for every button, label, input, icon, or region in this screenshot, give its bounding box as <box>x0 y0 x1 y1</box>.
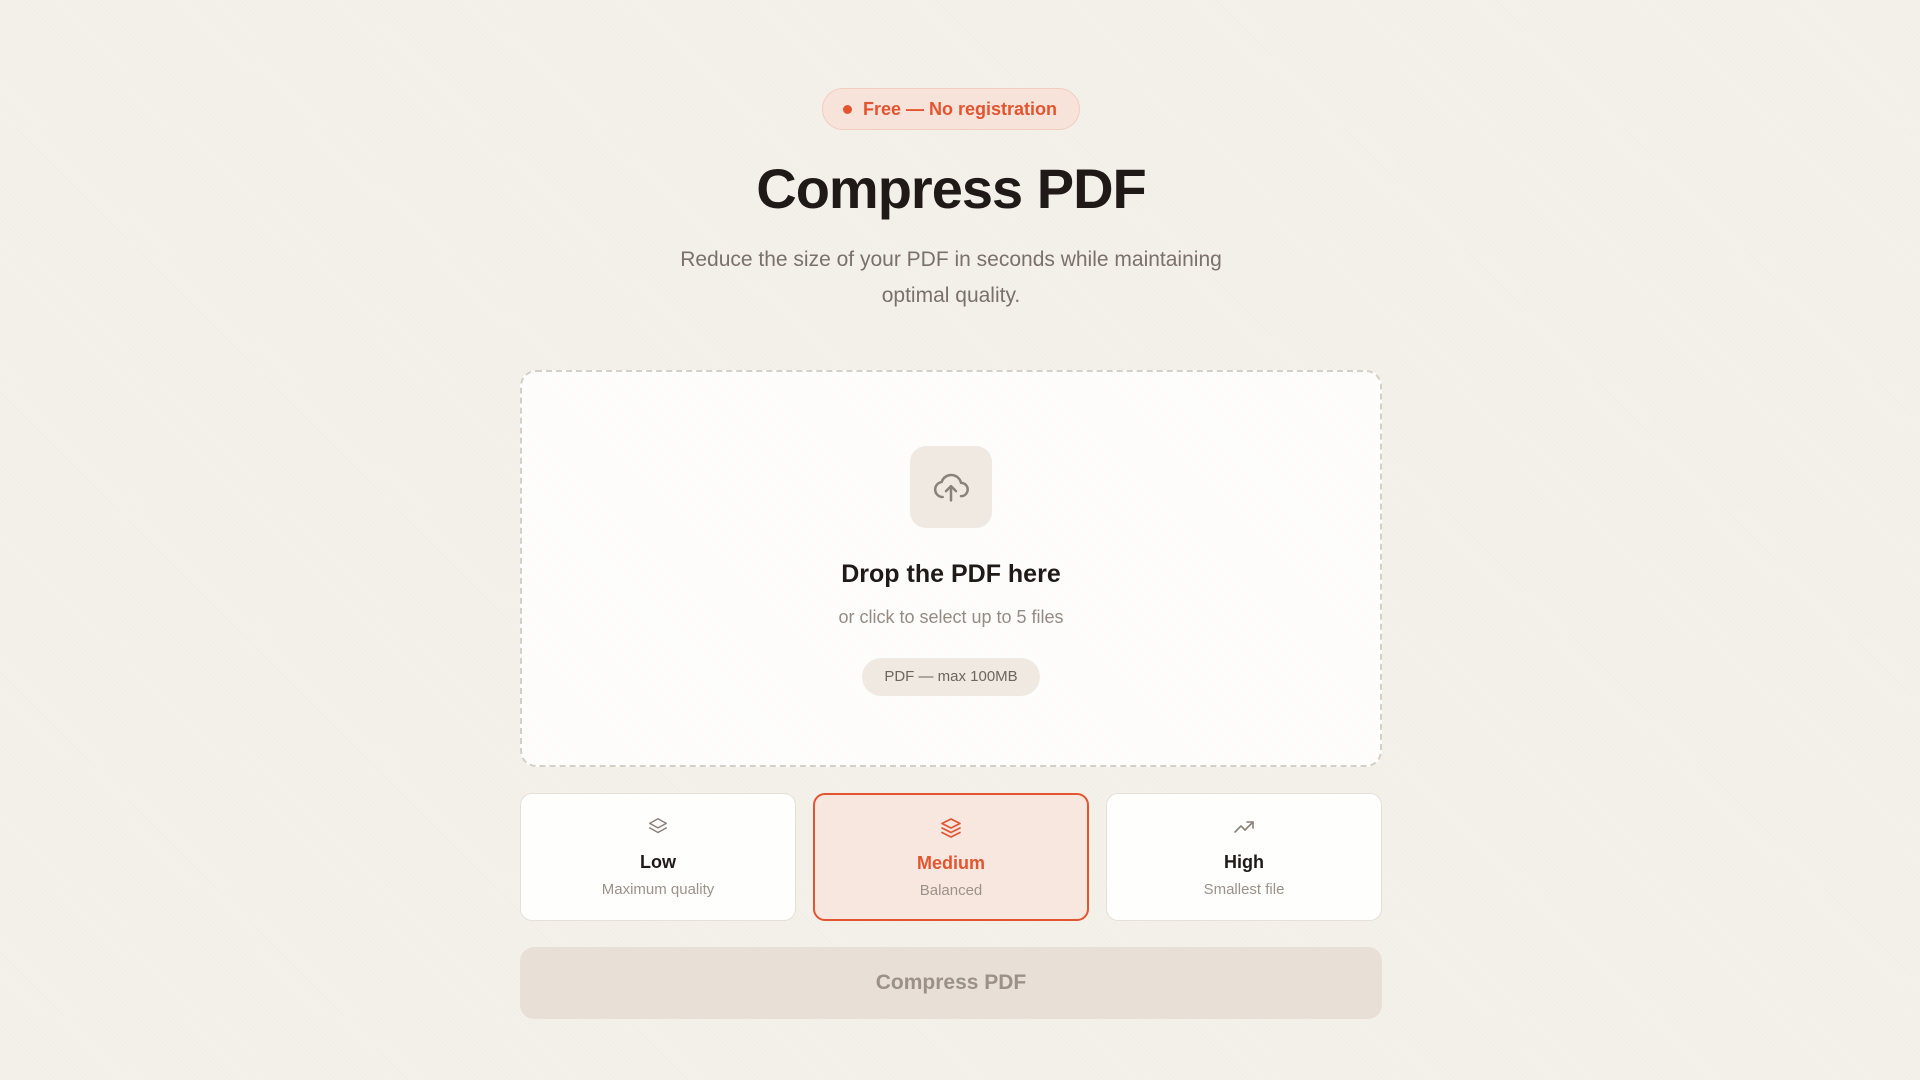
dropzone-subtitle: or click to select up to 5 files <box>838 606 1064 627</box>
level-description: Balanced <box>919 881 983 899</box>
compression-level-selector: Low Maximum quality Medium Balanced High… <box>520 792 1382 921</box>
free-badge: Free — No registration <box>821 88 1081 130</box>
level-description: Maximum quality <box>601 880 715 898</box>
file-dropzone[interactable]: Drop the PDF here or click to select up … <box>520 369 1382 767</box>
level-name: Low <box>640 851 676 872</box>
dropzone-title: Drop the PDF here <box>841 559 1061 588</box>
file-limit-badge: PDF — max 100MB <box>862 657 1040 696</box>
badge-label: Free — No registration <box>862 98 1058 119</box>
page-subtitle: Reduce the size of your PDF in seconds w… <box>680 247 1222 307</box>
layers-icon <box>647 814 669 840</box>
level-option-high[interactable]: High Smallest file <box>1106 792 1382 921</box>
status-dot-icon <box>842 104 852 114</box>
level-description: Smallest file <box>1203 880 1285 898</box>
level-name: Medium <box>916 852 985 873</box>
compress-button[interactable]: Compress PDF <box>520 946 1382 1019</box>
page-title: Compress PDF <box>756 157 1146 220</box>
level-option-medium[interactable]: Medium Balanced <box>813 792 1089 921</box>
compress-pdf-page: Free — No registration Compress PDF Redu… <box>520 0 1382 1019</box>
layers-icon <box>939 815 963 841</box>
level-option-low[interactable]: Low Maximum quality <box>520 792 796 921</box>
trending-up-icon <box>1232 814 1256 840</box>
cloud-upload-icon <box>910 445 992 528</box>
level-name: High <box>1224 851 1264 872</box>
